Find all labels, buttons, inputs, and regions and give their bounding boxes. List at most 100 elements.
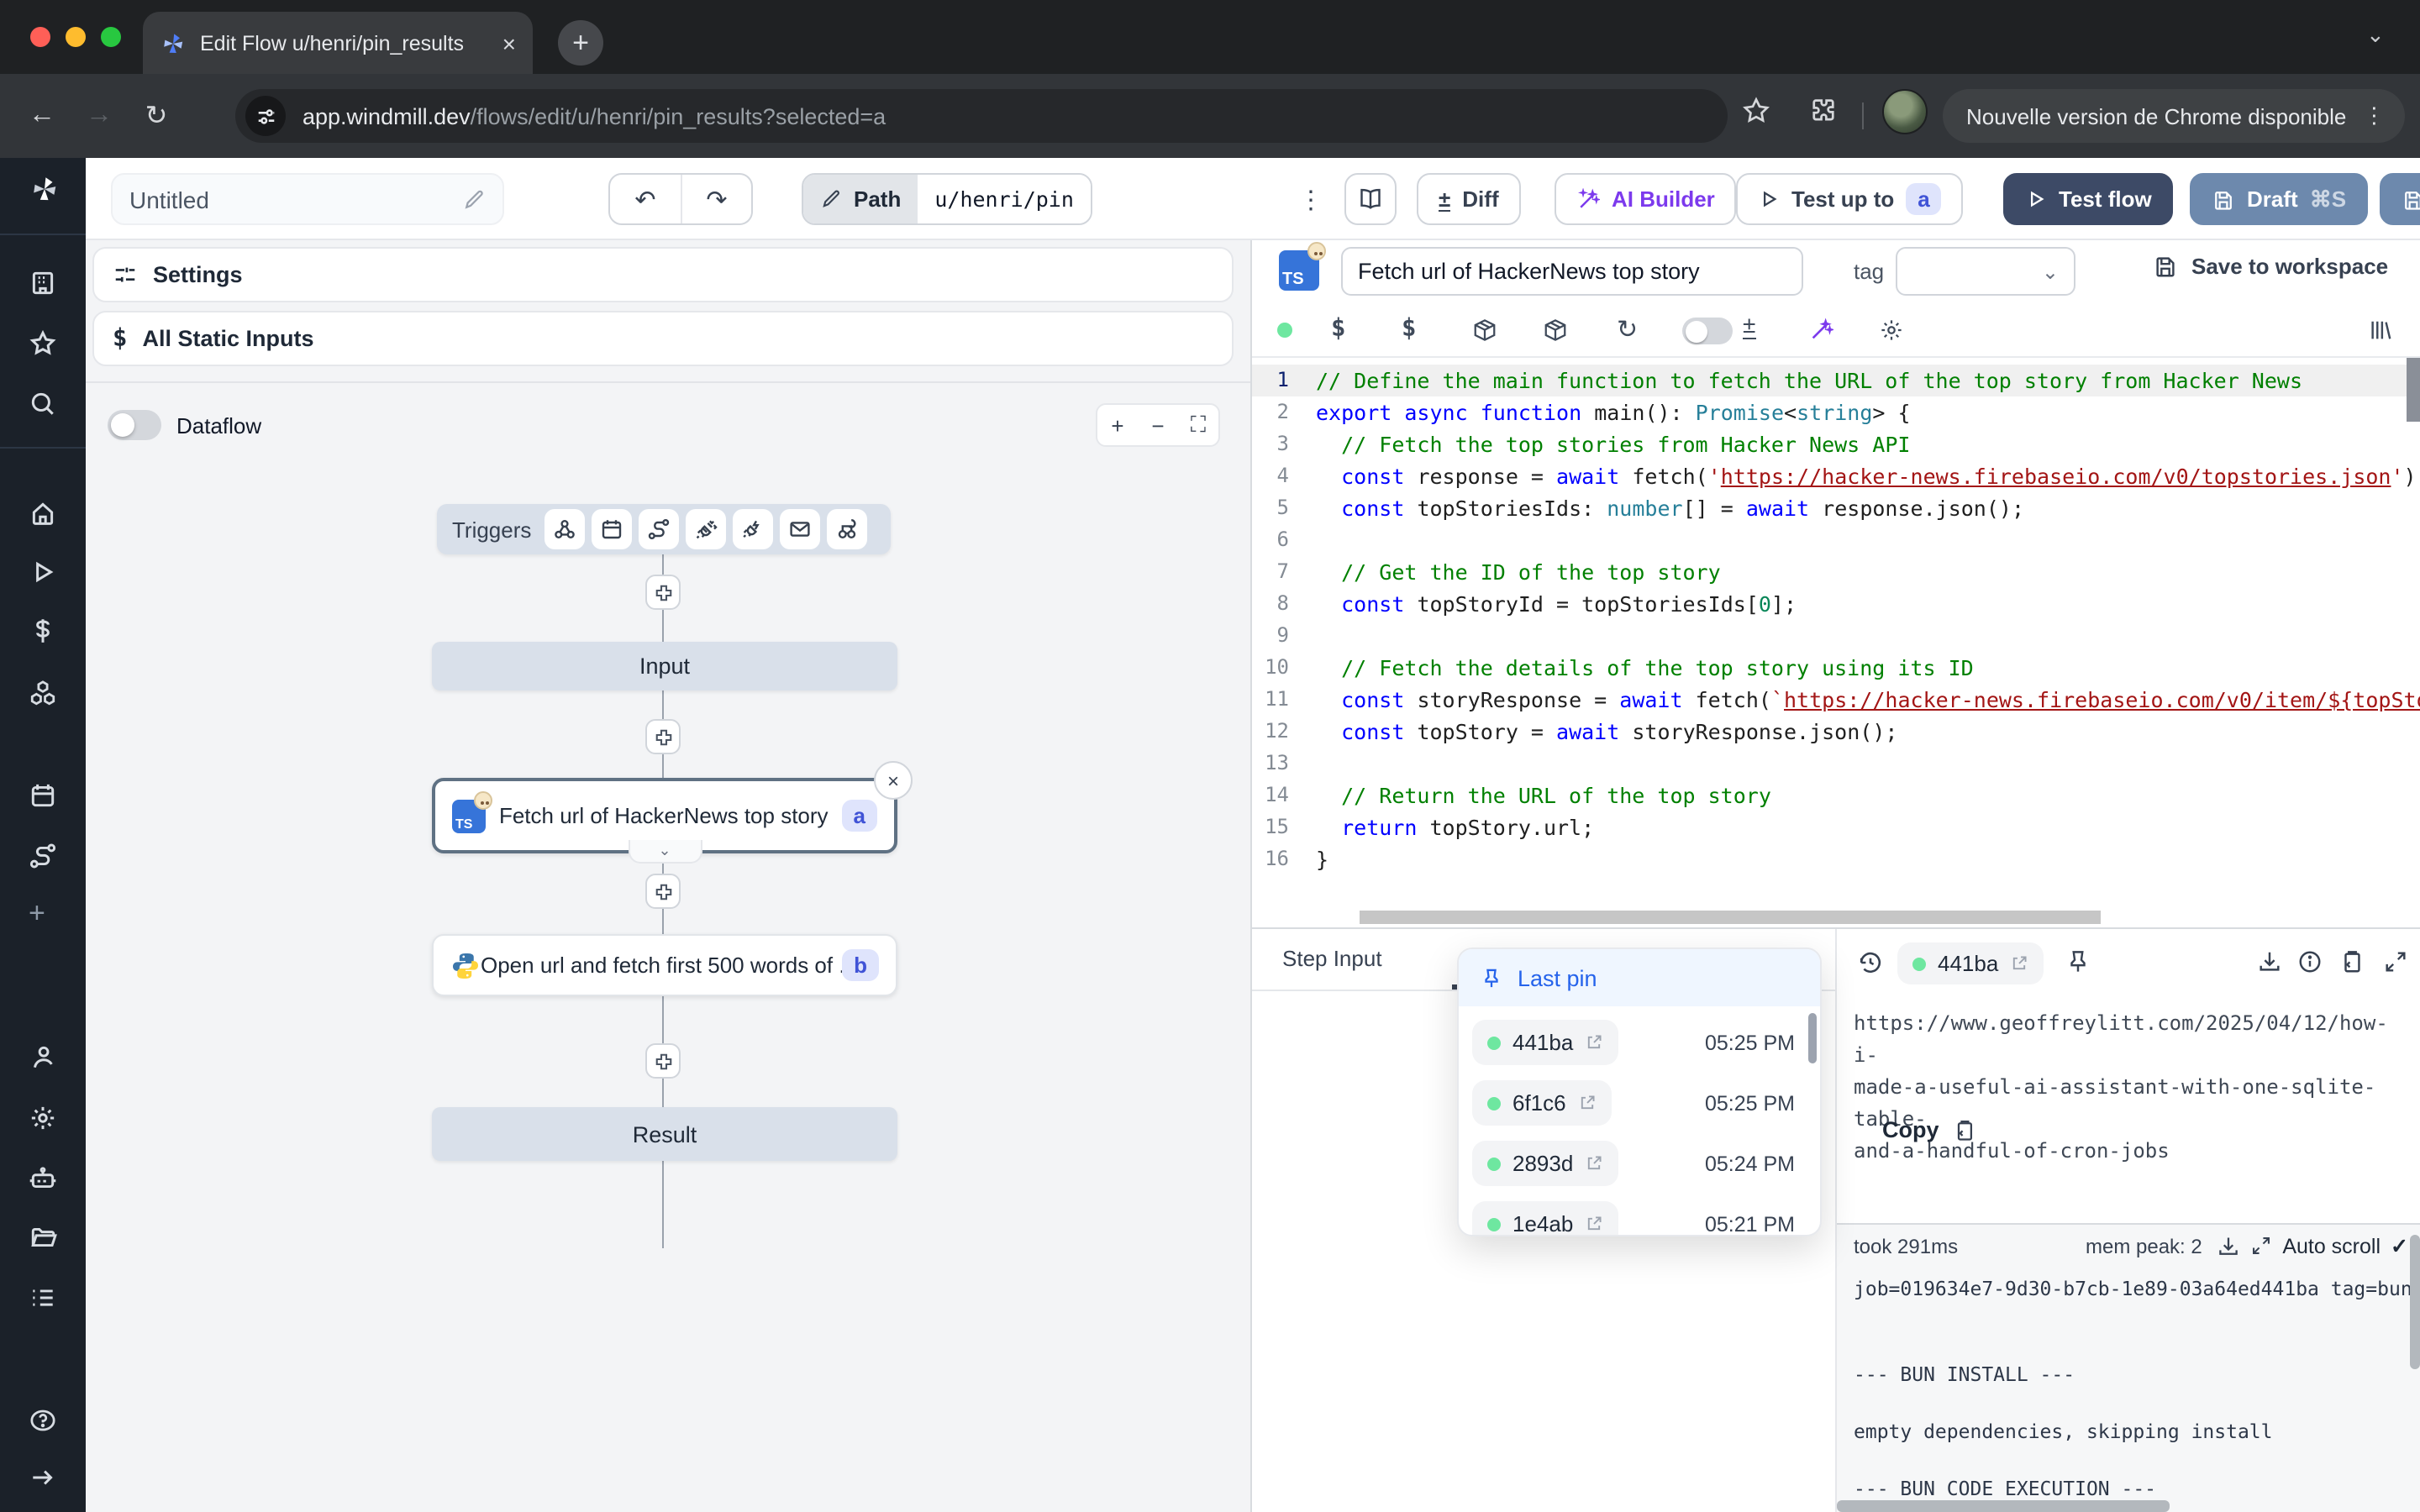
path-group[interactable]: Path u/henri/pin (802, 173, 1092, 225)
extensions-puzzle-icon[interactable] (1808, 96, 1839, 126)
code-horizontal-scrollbar[interactable] (1360, 911, 2101, 924)
workspace-building-icon[interactable] (29, 269, 57, 297)
run-badge[interactable]: 441ba (1897, 942, 2044, 984)
new-tab-button[interactable]: + (558, 20, 603, 66)
pin-history-item[interactable]: 1e4ab05:21 PM (1472, 1200, 1807, 1236)
refresh-icon[interactable]: ↻ (1617, 314, 1638, 344)
external-link-icon[interactable] (1585, 1154, 1603, 1173)
resources-dollar-icon[interactable]: $ (1402, 316, 1416, 343)
expand-step-chevron[interactable]: ⌄ (628, 840, 702, 864)
script-title-input[interactable] (1341, 247, 1803, 296)
logs-horizontal-scrollbar[interactable] (1837, 1500, 2170, 1512)
auto-scroll-control[interactable]: Auto scroll ✓ (2210, 1233, 2408, 1258)
test-up-to-button[interactable]: Test up to a (1736, 173, 1964, 225)
reload-icon[interactable]: ↻ (128, 99, 185, 133)
info-icon[interactable] (2297, 949, 2323, 974)
dataflow-toggle[interactable] (108, 410, 161, 440)
code-line[interactable]: 6 (1252, 524, 2420, 556)
flow-canvas[interactable]: Dataflow + − ⛶ Triggers (86, 381, 1250, 1512)
poll-binoculars-trigger-icon[interactable] (827, 509, 867, 549)
settings-row[interactable]: Settings (92, 247, 1234, 302)
test-flow-button[interactable]: Test flow (2003, 173, 2174, 225)
tab-search-chevron-icon[interactable]: ⌄ (2366, 22, 2385, 49)
code-line[interactable]: 8 const topStoryId = topStoriesIds[0]; (1252, 588, 2420, 620)
package-icon[interactable] (1472, 318, 1497, 343)
users-person-icon[interactable] (29, 1043, 57, 1072)
draft-button[interactable]: Draft ⌘S (2190, 173, 2368, 225)
settings-gear-icon[interactable] (29, 1104, 57, 1132)
external-link-icon[interactable] (1585, 1215, 1603, 1233)
editor-settings-gear-icon[interactable] (1879, 318, 1904, 343)
code-line[interactable]: 5 const topStoriesIds: number[] = await … (1252, 492, 2420, 524)
tab-close-icon[interactable]: × (502, 29, 516, 56)
code-editor[interactable]: 1// Define the main function to fetch th… (1252, 358, 2420, 926)
deploy-button[interactable]: Deploy (2380, 173, 2420, 225)
browser-tab[interactable]: Edit Flow u/henri/pin_results × (143, 12, 533, 74)
code-line[interactable]: 7 // Get the ID of the top story (1252, 556, 2420, 588)
code-line[interactable]: 16} (1252, 843, 2420, 875)
windmill-logo[interactable] (29, 173, 60, 205)
mqtt-plug-trigger-icon[interactable] (686, 509, 726, 549)
minimize-window-button[interactable] (66, 27, 86, 47)
code-line[interactable]: 2export async function main(): Promise<s… (1252, 396, 2420, 428)
external-link-icon[interactable] (1578, 1094, 1597, 1112)
step-b-node[interactable]: Open url and fetch first 500 words of ..… (432, 934, 897, 996)
clipboard-icon[interactable] (2339, 949, 2365, 974)
kafka-plug-bolt-trigger-icon[interactable] (733, 509, 773, 549)
favorites-star-icon[interactable] (29, 329, 57, 358)
copy-button[interactable]: Copy (1882, 1117, 1976, 1142)
pin-history-item[interactable]: 441ba05:25 PM (1472, 1018, 1807, 1067)
url-bar[interactable]: app.windmill.dev/flows/edit/u/henri/pin_… (235, 89, 1728, 143)
variables-dollar-icon[interactable]: $ (1331, 316, 1345, 343)
flow-name-field[interactable]: Untitled (111, 173, 504, 225)
flows-route-icon[interactable] (29, 842, 57, 870)
diff-button[interactable]: ± Diff (1417, 173, 1521, 225)
logs-vertical-scrollbar[interactable] (2410, 1235, 2420, 1369)
back-icon[interactable]: ← (13, 101, 71, 131)
search-icon[interactable] (29, 390, 57, 418)
ai-wand-icon[interactable] (1808, 318, 1833, 343)
bookmark-star-icon[interactable] (1741, 96, 1771, 126)
profile-avatar[interactable] (1882, 89, 1928, 134)
zoom-in-button[interactable]: + (1097, 405, 1138, 445)
more-options-kebab-icon[interactable]: ⋮ (1296, 173, 1326, 225)
code-line[interactable]: 13 (1252, 748, 2420, 780)
save-to-workspace-button[interactable]: Save to workspace (2153, 254, 2388, 279)
forward-icon[interactable]: → (71, 101, 128, 131)
email-trigger-icon[interactable] (780, 509, 820, 549)
code-line[interactable]: 4 const response = await fetch('https://… (1252, 460, 2420, 492)
insert-step-button[interactable] (645, 575, 681, 610)
library-icon[interactable] (2368, 318, 2393, 343)
site-settings-icon[interactable] (245, 96, 286, 136)
audit-logs-list-icon[interactable] (29, 1284, 57, 1312)
docs-book-button[interactable] (1344, 173, 1397, 225)
chrome-menu-kebab-icon[interactable]: ⋮ (2363, 102, 2385, 129)
pin-history-item[interactable]: 6f1c605:25 PM (1472, 1079, 1807, 1127)
editor-toggle[interactable] (1682, 318, 1733, 344)
result-node[interactable]: Result (432, 1107, 897, 1161)
maximize-window-button[interactable] (101, 27, 121, 47)
undo-button[interactable]: ↶ (610, 175, 681, 223)
ai-builder-button[interactable]: AI Builder (1555, 173, 1737, 225)
close-window-button[interactable] (30, 27, 50, 47)
step-a-node[interactable]: TS Fetch url of HackerNews top story a ×… (432, 778, 897, 853)
insert-step-button[interactable] (645, 1043, 681, 1079)
resources-cubes-icon[interactable] (29, 679, 57, 707)
insert-step-button[interactable] (645, 874, 681, 909)
diff-plus-minus-icon[interactable]: ± (1743, 312, 1755, 339)
chrome-update-button[interactable]: Nouvelle version de Chrome disponible ⋮ (1943, 89, 2405, 143)
schedule-trigger-icon[interactable] (592, 509, 632, 549)
expand-icon[interactable] (2383, 949, 2408, 974)
code-line[interactable]: 12 const topStory = await storyResponse.… (1252, 716, 2420, 748)
code-line[interactable]: 10 // Fetch the details of the top story… (1252, 652, 2420, 684)
remove-step-icon[interactable]: × (874, 761, 913, 800)
external-link-icon[interactable] (2010, 954, 2028, 973)
workers-robot-icon[interactable] (29, 1164, 57, 1193)
package-icon[interactable] (1543, 318, 1568, 343)
add-plus-icon[interactable]: + (29, 897, 45, 931)
code-line[interactable]: 3 // Fetch the top stories from Hacker N… (1252, 428, 2420, 460)
result-url[interactable]: https://www.geoffreylitt.com/2025/04/12/… (1854, 1008, 2412, 1168)
schedules-calendar-icon[interactable] (29, 781, 57, 810)
triggers-bar[interactable]: Triggers (437, 504, 891, 554)
webhook-trigger-icon[interactable] (544, 509, 585, 549)
